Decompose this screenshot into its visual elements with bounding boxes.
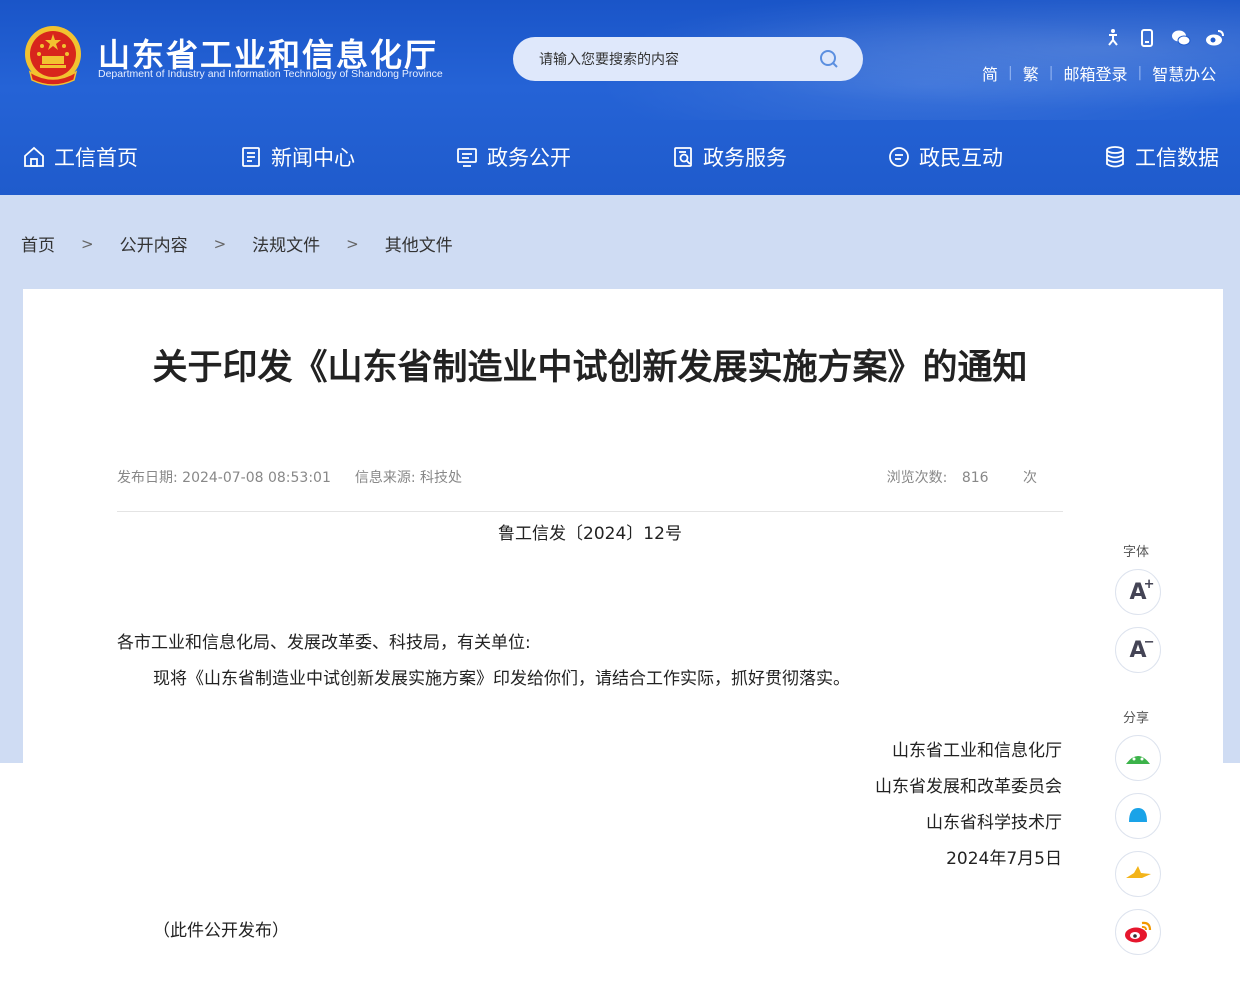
font-increase-button[interactable]: A + — [1115, 569, 1161, 615]
view-count-label: 浏览次数: — [886, 470, 948, 486]
breadcrumb-regulations[interactable]: 法规文件 — [252, 231, 320, 256]
qq-share-icon — [1129, 808, 1147, 822]
weibo-share-icon — [1125, 921, 1152, 943]
wechat-icon[interactable] — [1171, 28, 1191, 48]
signatory: 山东省发展和改革委员会 — [875, 777, 1062, 797]
divider — [117, 511, 1063, 512]
site-header: 山东省工业和信息化厅 Department of Industry and In… — [0, 0, 1240, 195]
separator: | — [1048, 65, 1054, 81]
document-number: 鲁工信发〔2024〕12号 — [498, 524, 682, 544]
view-count-value: 816 — [961, 470, 989, 486]
wechat-share-icon — [1126, 756, 1150, 764]
accessibility-icon[interactable] — [1103, 28, 1123, 48]
share-weibo-button[interactable] — [1115, 909, 1161, 955]
simplified-chinese-link[interactable]: 简 — [982, 61, 998, 85]
site-subtitle: Department of Industry and Information T… — [98, 68, 443, 80]
nav-item-interaction[interactable]: 政民互动 — [887, 142, 1003, 172]
news-icon — [242, 147, 260, 167]
signatory: 山东省科学技术厅 — [926, 813, 1062, 833]
breadcrumb-separator: > — [346, 234, 359, 253]
nav-item-label: 工信数据 — [1135, 146, 1219, 170]
breadcrumb-separator: > — [213, 234, 227, 253]
search-icon[interactable] — [819, 49, 839, 69]
publish-date: 发布日期: 2024-07-08 08:53:01 — [117, 470, 331, 486]
share-qzone-button[interactable] — [1115, 851, 1161, 897]
article-meta: 发布日期: 2024-07-08 08:53:01 信息来源: 科技处 浏览次数:… — [117, 467, 1063, 487]
body-paragraph: 现将《山东省制造业中试创新发展实施方案》印发给你们，请结合工作实际，抓好贯彻落实… — [153, 669, 850, 689]
nav-item-government-affairs[interactable]: 政务公开 — [455, 142, 571, 172]
info-source-value: 科技处 — [420, 470, 463, 486]
mobile-icon[interactable] — [1137, 28, 1157, 48]
sign-date: 2024年7月5日 — [946, 849, 1062, 869]
nav-item-home[interactable]: 工信首页 — [22, 142, 138, 172]
nav-item-government-services[interactable]: 政务服务 — [671, 142, 787, 172]
monitor-icon — [457, 148, 477, 167]
top-links: 简 | 繁 | 邮箱登录 | 智慧办公 — [982, 61, 1216, 85]
search-input[interactable] — [537, 37, 811, 83]
nav-item-label: 新闻中心 — [271, 146, 355, 170]
minus-icon: − — [1143, 634, 1155, 650]
smart-office-link[interactable]: 智慧办公 — [1152, 61, 1216, 85]
salutation: 各市工业和信息化局、发展改革委、科技局，有关单位: — [117, 633, 531, 653]
font-decrease-button[interactable]: A − — [1115, 627, 1161, 673]
info-source-label: 信息来源: — [354, 470, 416, 486]
publication-note: （此件公开发布） — [153, 921, 289, 941]
publish-date-label: 发布日期: — [117, 470, 178, 486]
home-icon — [24, 146, 44, 167]
separator: | — [1008, 65, 1013, 81]
separator: | — [1137, 65, 1143, 81]
plus-icon: + — [1143, 576, 1155, 592]
chat-icon — [889, 147, 909, 167]
share-wechat-button[interactable] — [1115, 735, 1161, 781]
breadcrumb-separator: > — [81, 234, 94, 253]
nav-item-label: 政务公开 — [487, 146, 571, 170]
database-icon — [1106, 146, 1124, 168]
breadcrumb-public-content[interactable]: 公开内容 — [120, 231, 188, 256]
info-source: 信息来源: 科技处 — [355, 470, 462, 486]
traditional-chinese-link[interactable]: 繁 — [1023, 61, 1039, 85]
nav-item-label: 政务服务 — [703, 146, 787, 170]
nav-item-data[interactable]: 工信数据 — [1103, 142, 1219, 172]
breadcrumb-home[interactable]: 首页 — [21, 231, 55, 256]
nav-item-news[interactable]: 新闻中心 — [239, 142, 355, 172]
mailbox-login-link[interactable]: 邮箱登录 — [1063, 61, 1127, 85]
share-label: 分享 — [1123, 711, 1150, 726]
national-emblem-logo[interactable] — [22, 24, 84, 88]
breadcrumb-other-files[interactable]: 其他文件 — [385, 231, 453, 256]
signatory: 山东省工业和信息化厅 — [892, 741, 1062, 761]
publish-date-value: 2024-07-08 08:53:01 — [182, 470, 331, 486]
share-qq-button[interactable] — [1115, 793, 1161, 839]
qzone-share-icon — [1126, 866, 1151, 878]
nav-item-label: 工信首页 — [54, 146, 138, 170]
font-size-label: 字体 — [1123, 545, 1150, 560]
search-bar — [513, 37, 863, 83]
weibo-icon[interactable] — [1205, 28, 1225, 48]
view-count: 浏览次数: 816 次 — [887, 467, 1037, 487]
view-count-unit: 次 — [1023, 470, 1037, 486]
nav-item-label: 政民互动 — [919, 146, 1003, 170]
top-utility-icons — [1103, 28, 1225, 48]
article-title: 关于印发《山东省制造业中试创新发展实施方案》的通知 — [152, 348, 1028, 388]
main-nav: 工信首页 新闻中心 政务公开 政务服务 政民互动 工信数据 — [0, 124, 1240, 195]
service-icon — [674, 147, 692, 167]
breadcrumb: 首页 > 公开内容 > 法规文件 > 其他文件 — [21, 231, 453, 257]
